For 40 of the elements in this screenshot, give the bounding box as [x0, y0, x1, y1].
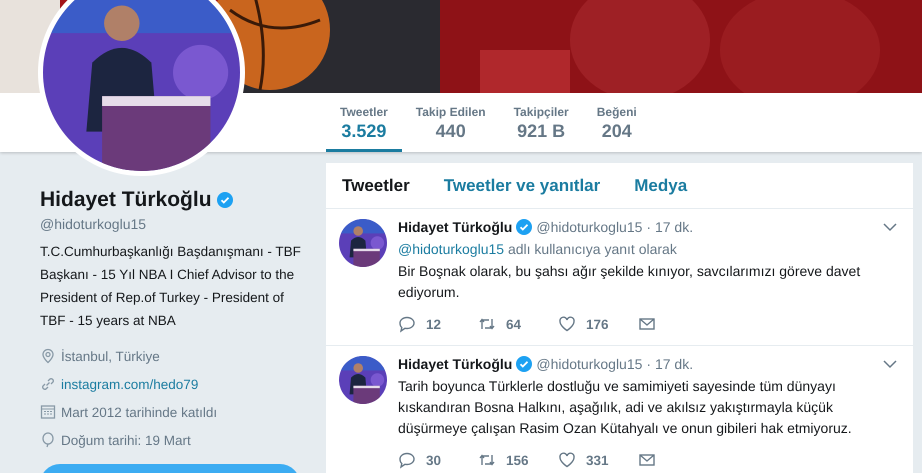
caret-icon[interactable]: [883, 222, 897, 232]
profile-bio: T.C.Cumhurbaşkanlığı Başdanışmanı - TBF Başkanı - 15 Yıl NBA I Chief Advisor to the President of Rep.of Turkey - President of TBF - 15 years at NBA: [40, 243, 302, 330]
reply-count: 30: [426, 452, 442, 468]
profile-stat-tab[interactable]: Takip Edilen 440: [402, 93, 500, 152]
balloon-icon: [40, 432, 56, 448]
mention-link[interactable]: @hidoturkoglu15: [398, 241, 504, 257]
reply-icon[interactable]: [398, 315, 416, 333]
profile-name: Hidayet Türkoğlu: [40, 188, 212, 212]
calendar-icon: [40, 404, 56, 420]
timeline-tab[interactable]: Tweetler: [342, 176, 410, 196]
tweet-handle[interactable]: @hidoturkoglu15: [536, 219, 642, 235]
tweet-time[interactable]: · 17 dk.: [646, 219, 694, 235]
location-pin-icon: [40, 348, 56, 364]
timeline-tab[interactable]: Tweetler ve yanıtlar: [444, 176, 600, 196]
heart-icon[interactable]: [558, 315, 576, 333]
link-icon: [40, 376, 56, 392]
reply-icon[interactable]: [398, 451, 416, 469]
reply-count: 12: [426, 316, 442, 332]
profile-handle: @hidoturkoglu15: [40, 216, 148, 232]
profile-detail: Mart 2012 tarihinde katıldı: [61, 404, 218, 420]
reply-context: @hidoturkoglu15 adlı kullanıcıya yanıt olarak: [398, 241, 678, 257]
tweet-author-name[interactable]: Hidayet Türkoğlu: [398, 219, 512, 235]
tweet-author-name[interactable]: Hidayet Türkoğlu: [398, 356, 512, 372]
like-count: 176: [586, 316, 609, 332]
tweet-time[interactable]: · 17 dk.: [646, 356, 694, 372]
profile-stat-tab[interactable]: Takipçiler 921 B: [500, 93, 583, 152]
profile-link[interactable]: instagram.com/hedo79: [61, 376, 198, 392]
retweet-count: 156: [506, 452, 529, 468]
profile-detail: Doğum tarihi: 19 Mart: [61, 432, 191, 448]
tweet-text: Bir Boşnak olarak, bu şahsı ağır şekilde kınıyor, savcılarımızı göreve davet ediyorum.: [398, 262, 862, 302]
caret-icon[interactable]: [883, 359, 897, 369]
profile-stat-tab[interactable]: Tweetler 3.529: [326, 93, 402, 152]
like-count: 331: [586, 452, 609, 468]
tweet-text: Tarih boyunca Türklerle dostluğu ve samimiyeti sayesinde tüm dünyayı kıskandıran Bosna Halkını, aşağılık, adi ve akılsız yakıştırmayla küçük düşürmeye çalışan Rasim Ozan Kütahyalı ve onun gibileri hak etmiyoruz.: [398, 377, 853, 438]
heart-icon[interactable]: [558, 451, 576, 469]
profile-stat-tab[interactable]: Beğeni 204: [582, 93, 651, 152]
tweet-handle[interactable]: @hidoturkoglu15: [536, 356, 642, 372]
profile-detail: İstanbul, Türkiye: [61, 348, 160, 364]
timeline-tab[interactable]: Medya: [634, 176, 688, 196]
retweet-count: 64: [506, 316, 522, 332]
